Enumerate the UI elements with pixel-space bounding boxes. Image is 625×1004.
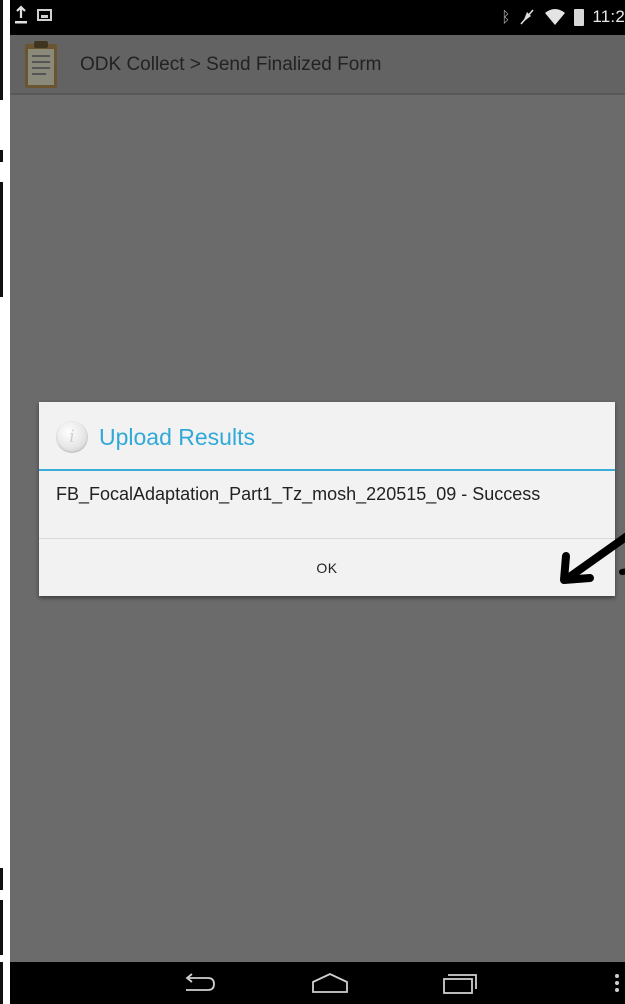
edge-mark (0, 900, 3, 955)
home-button[interactable] (290, 962, 370, 1004)
back-icon (185, 973, 215, 991)
status-bar: ᛒ 11:2 (10, 0, 625, 35)
mute-icon (520, 9, 534, 25)
annotation-arrow (560, 532, 625, 584)
page-title: ODK Collect > Send Finalized Form (80, 54, 382, 75)
upload-results-dialog: i Upload Results FB_FocalAdaptation_Part… (39, 402, 615, 596)
dialog-message: FB_FocalAdaptation_Part1_Tz_mosh_220515_… (56, 484, 541, 504)
navigation-bar (10, 962, 625, 1004)
status-time: 11:2 (592, 7, 625, 26)
home-icon (312, 973, 348, 993)
wifi-icon (545, 9, 566, 25)
info-icon: i (56, 421, 88, 453)
ok-button[interactable]: OK (39, 539, 615, 596)
upload-icon (15, 5, 27, 24)
bluetooth-icon: ᛒ (501, 8, 511, 26)
image-icon (37, 9, 52, 21)
overflow-menu-icon (614, 974, 619, 992)
edge-mark (0, 868, 3, 890)
edge-mark (0, 182, 3, 297)
recent-apps-button[interactable] (420, 962, 500, 1004)
overflow-menu-button[interactable] (608, 962, 625, 1004)
battery-icon (574, 8, 585, 26)
dialog-title: Upload Results (99, 424, 255, 450)
edge-mark (0, 0, 3, 100)
action-bar: ODK Collect > Send Finalized Form (10, 35, 625, 95)
back-button[interactable] (160, 962, 240, 1004)
clipboard-icon[interactable] (23, 39, 59, 89)
edge-mark (0, 962, 3, 1004)
phone-screen: ᛒ 11:2 ODK Collect > Send Finalized Form (10, 0, 625, 1004)
dialog-header: i Upload Results (39, 402, 615, 471)
screen-edge (0, 0, 10, 1004)
recent-apps-icon (443, 974, 477, 994)
edge-mark (0, 150, 3, 162)
